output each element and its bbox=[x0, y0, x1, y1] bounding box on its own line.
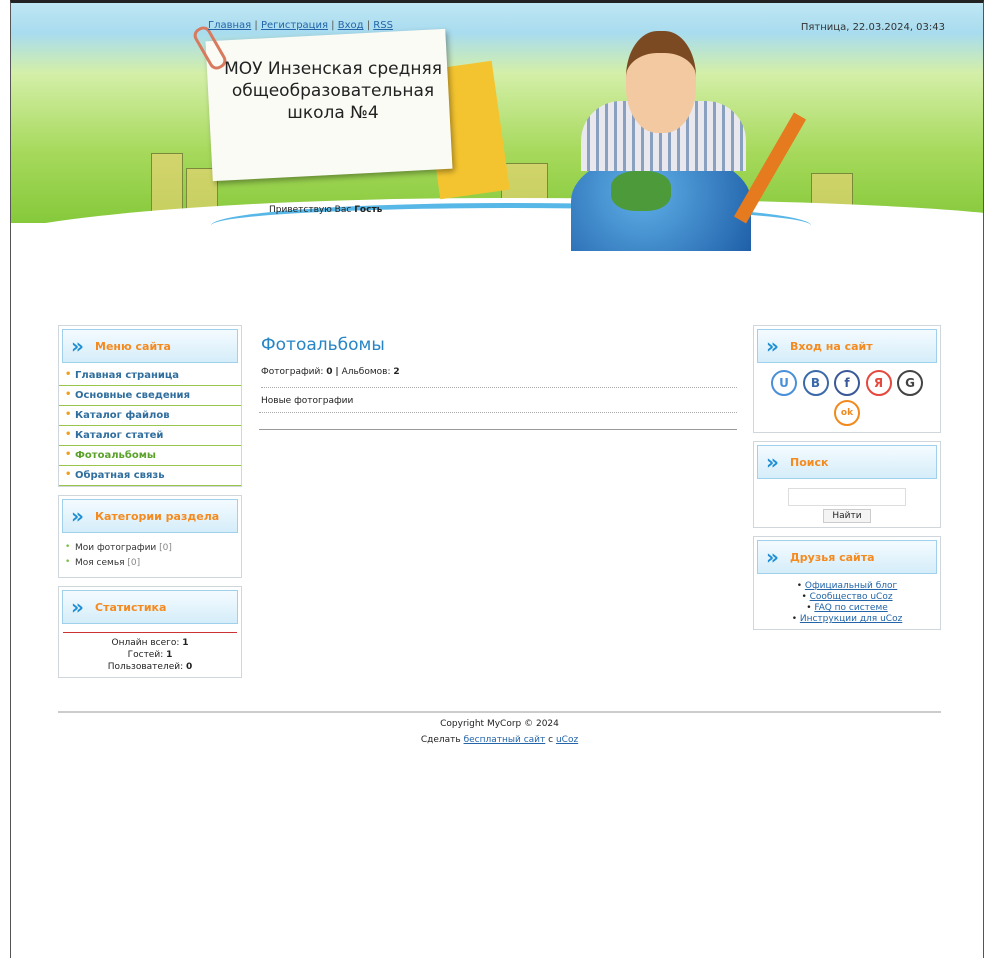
greeting-user: Гость bbox=[354, 205, 383, 215]
login-block-header: » Вход на сайт bbox=[757, 329, 937, 363]
powered-prefix: Сделать bbox=[420, 735, 461, 745]
friends-links: • Официальный блог • Сообщество uCoz • F… bbox=[791, 581, 903, 624]
categories-block-title: Категории раздела bbox=[95, 510, 220, 523]
stats-block-header: » Статистика bbox=[62, 590, 238, 624]
friends-block-title: Друзья сайта bbox=[790, 551, 875, 564]
content-divider bbox=[259, 429, 737, 430]
yandex-icon[interactable]: Я bbox=[865, 370, 892, 396]
building-illustration bbox=[151, 153, 183, 215]
site-title: МОУ Инзенская средняя общеобразовательна… bbox=[224, 59, 442, 123]
odnoklassniki-icon[interactable]: ok bbox=[834, 400, 860, 426]
stats-content: Онлайн всего: 1 Гостей: 1 Пользователей:… bbox=[59, 637, 241, 677]
category-count: [0] bbox=[127, 558, 141, 568]
login-block: » Вход на сайт U B f Я G ok bbox=[753, 325, 941, 433]
kid-head bbox=[626, 31, 696, 133]
album-counts: Фотографий: 0 | Альбомов: 2 bbox=[261, 367, 737, 388]
menu-item-info[interactable]: Основные сведения bbox=[59, 386, 241, 406]
current-datetime: Пятница, 22.03.2024, 03:43 bbox=[800, 22, 945, 33]
right-sidebar: » Вход на сайт U B f Я G ok » Поиск Найт… bbox=[753, 325, 941, 638]
menu-item-photos[interactable]: Фотоальбомы bbox=[59, 446, 241, 466]
double-chevron-icon: » bbox=[766, 334, 779, 358]
search-form: Найти bbox=[754, 482, 940, 527]
menu-block-title: Меню сайта bbox=[95, 340, 171, 353]
menu-item-files[interactable]: Каталог файлов bbox=[59, 406, 241, 426]
search-block-header: » Поиск bbox=[757, 445, 937, 479]
friends-block-header: » Друзья сайта bbox=[757, 540, 937, 574]
menu-item-home[interactable]: Главная страница bbox=[59, 366, 241, 386]
divider bbox=[63, 632, 237, 633]
category-link[interactable]: Мои фотографии bbox=[75, 543, 156, 553]
guests-value: 1 bbox=[166, 650, 173, 660]
menu-block-header: » Меню сайта bbox=[62, 329, 238, 363]
albums-value: 2 bbox=[393, 367, 400, 377]
copyright: Copyright MyCorp © 2024 bbox=[440, 719, 559, 729]
greeting: Приветствую Вас Гость bbox=[269, 205, 382, 215]
category-link[interactable]: Моя семья bbox=[75, 558, 125, 568]
social-login-icons: U B f Я G ok bbox=[754, 366, 940, 432]
search-block: » Поиск Найти bbox=[753, 441, 941, 528]
online-value: 1 bbox=[182, 638, 189, 648]
page-title: Фотоальбомы bbox=[261, 335, 385, 355]
nav-home-link[interactable]: Главная bbox=[208, 20, 251, 31]
main-content: Фотоальбомы Фотографий: 0 | Альбомов: 2 … bbox=[259, 325, 737, 430]
greeting-prefix: Приветствую Вас bbox=[269, 205, 352, 215]
online-label: Онлайн всего: bbox=[111, 638, 180, 648]
page-frame: МОУ Инзенская средняя общеобразовательна… bbox=[10, 0, 984, 958]
facebook-icon[interactable]: f bbox=[834, 370, 860, 396]
site-header: МОУ Инзенская средняя общеобразовательна… bbox=[11, 3, 983, 268]
menu-item-feedback[interactable]: Обратная связь bbox=[59, 466, 241, 486]
categories-block-header: » Категории раздела bbox=[62, 499, 238, 533]
double-chevron-icon: » bbox=[766, 545, 779, 569]
double-chevron-icon: » bbox=[766, 450, 779, 474]
vk-icon[interactable]: B bbox=[802, 370, 829, 396]
friend-link-faq[interactable]: FAQ по системе bbox=[814, 603, 887, 613]
categories-block: » Категории раздела Мои фотографии [0] М… bbox=[58, 495, 242, 578]
powered-by: Сделать бесплатный сайт с uCoz bbox=[58, 735, 941, 745]
double-chevron-icon: » bbox=[71, 334, 84, 358]
menu-block: » Меню сайта Главная страница Основные с… bbox=[58, 325, 242, 487]
friend-link-community[interactable]: Сообщество uCoz bbox=[810, 592, 893, 602]
double-chevron-icon: » bbox=[71, 595, 84, 619]
users-label: Пользователей: bbox=[107, 662, 184, 672]
search-button[interactable]: Найти bbox=[823, 509, 871, 523]
photos-value: 0 bbox=[326, 367, 333, 377]
category-count: [0] bbox=[159, 543, 172, 553]
search-input[interactable] bbox=[788, 488, 906, 506]
free-site-link[interactable]: бесплатный сайт bbox=[464, 735, 546, 745]
left-sidebar: » Меню сайта Главная страница Основные с… bbox=[58, 325, 242, 686]
site-footer: Copyright MyCorp © 2024 Сделать бесплатн… bbox=[58, 711, 941, 745]
friend-link-blog[interactable]: Официальный блог bbox=[805, 581, 897, 591]
search-block-title: Поиск bbox=[790, 456, 829, 469]
menu-item-articles[interactable]: Каталог статей bbox=[59, 426, 241, 446]
nav-login-link[interactable]: Вход bbox=[338, 20, 364, 31]
photos-label: Фотографий: bbox=[261, 367, 324, 377]
counts-separator: | bbox=[335, 367, 339, 377]
category-item: Мои фотографии [0] bbox=[59, 541, 241, 556]
header-photo bbox=[571, 31, 751, 251]
new-photos-heading: Новые фотографии bbox=[259, 388, 737, 413]
ucoz-link[interactable]: uCoz bbox=[556, 735, 578, 745]
nav-register-link[interactable]: Регистрация bbox=[261, 20, 328, 31]
google-icon[interactable]: G bbox=[897, 370, 923, 396]
albums-label: Альбомов: bbox=[341, 367, 391, 377]
top-nav: Главная | Регистрация | Вход | RSS bbox=[208, 20, 393, 31]
stats-block: » Статистика Онлайн всего: 1 Гостей: 1 П… bbox=[58, 586, 242, 678]
double-chevron-icon: » bbox=[71, 504, 84, 528]
guests-label: Гостей: bbox=[127, 650, 164, 660]
stats-block-title: Статистика bbox=[95, 601, 167, 614]
ucoz-icon[interactable]: U bbox=[771, 370, 797, 396]
nav-rss-link[interactable]: RSS bbox=[373, 20, 393, 31]
login-block-title: Вход на сайт bbox=[790, 340, 873, 353]
friend-link-instructions[interactable]: Инструкции для uCoz bbox=[800, 614, 902, 624]
users-value: 0 bbox=[186, 662, 193, 672]
powered-with: с bbox=[548, 735, 554, 745]
category-item: Моя семья [0] bbox=[59, 556, 241, 571]
friends-block: » Друзья сайта • Официальный блог • Сооб… bbox=[753, 536, 941, 630]
